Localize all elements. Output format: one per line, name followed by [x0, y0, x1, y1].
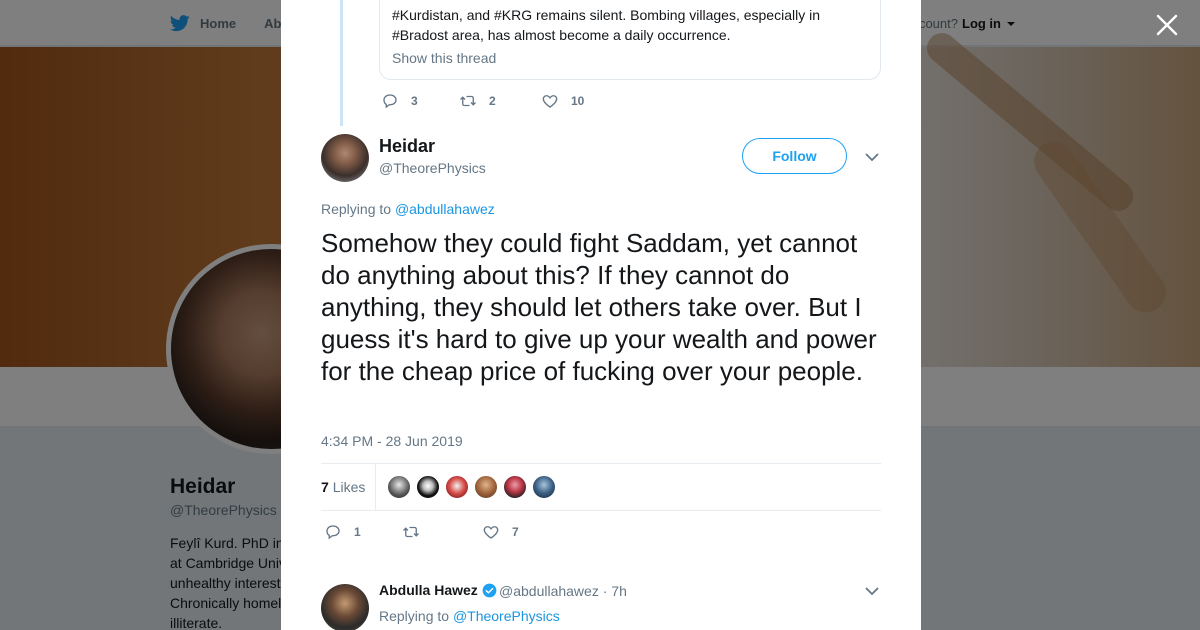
retweet-action[interactable]: [402, 523, 482, 541]
liker-avatar[interactable]: [503, 475, 527, 499]
replying-to: Replying to @abdullahawez: [321, 201, 495, 217]
like-action[interactable]: 10: [541, 92, 584, 110]
retweet-action[interactable]: 2: [459, 92, 541, 110]
heart-icon: [483, 526, 499, 539]
tweet-permalink-modal: #Kurdistan, and #KRG remains silent. Bom…: [281, 0, 921, 630]
liker-avatar[interactable]: [416, 475, 440, 499]
liker-avatar[interactable]: [387, 475, 411, 499]
verified-badge-icon: [482, 583, 497, 597]
like-count: 7: [512, 525, 519, 539]
liker-avatars: [387, 475, 556, 499]
parent-tweet-actions: 3 2 10: [381, 92, 584, 110]
likes-count[interactable]: 7 Likes: [321, 479, 365, 495]
retweet-icon: [460, 95, 476, 107]
tweet-timestamp[interactable]: 4:34 PM - 28 Jun 2019: [321, 433, 463, 449]
like-count: 10: [571, 94, 585, 108]
quoted-tweet-text: #Kurdistan, and #KRG remains silent. Bom…: [392, 7, 820, 43]
follow-button[interactable]: Follow: [742, 138, 847, 174]
chevron-down-icon[interactable]: [864, 583, 880, 599]
reply-replying-to: Replying to @TheorePhysics: [379, 608, 560, 624]
reply-count: 1: [354, 525, 361, 539]
reply-icon: [383, 94, 397, 109]
reply-action[interactable]: 3: [381, 92, 459, 110]
quoted-tweet-card[interactable]: #Kurdistan, and #KRG remains silent. Bom…: [379, 0, 881, 80]
author-name[interactable]: Heidar: [379, 136, 435, 157]
thread-connector-line: [340, 0, 343, 126]
replying-to-link[interactable]: @abdullahawez: [395, 201, 495, 217]
heart-icon: [542, 95, 558, 108]
retweet-icon: [403, 526, 419, 538]
author-handle[interactable]: @TheorePhysics: [379, 160, 486, 176]
reply-action[interactable]: 1: [324, 523, 402, 541]
reply-replying-to-link[interactable]: @TheorePhysics: [453, 608, 560, 624]
liker-avatar[interactable]: [445, 475, 469, 499]
reply-author-name[interactable]: Abdulla Hawez: [379, 582, 497, 598]
reply-author-handle[interactable]: @abdullahawez · 7h: [499, 583, 627, 599]
close-icon[interactable]: [1154, 12, 1180, 38]
reply-count: 3: [411, 94, 418, 108]
retweet-count: 2: [489, 94, 496, 108]
liker-avatar[interactable]: [474, 475, 498, 499]
show-thread-link[interactable]: Show this thread: [392, 50, 496, 66]
liker-avatar[interactable]: [532, 475, 556, 499]
likes-bar: 7 Likes: [321, 463, 881, 511]
author-avatar[interactable]: [321, 134, 369, 182]
chevron-down-icon[interactable]: [864, 149, 880, 165]
reply-time[interactable]: · 7h: [603, 583, 627, 599]
like-action[interactable]: 7: [482, 523, 519, 541]
tweet-text: Somehow they could fight Saddam, yet can…: [321, 228, 877, 386]
reply-author-avatar[interactable]: [321, 584, 369, 630]
tweet-actions: 1 7: [324, 523, 519, 541]
reply-icon: [326, 525, 340, 540]
